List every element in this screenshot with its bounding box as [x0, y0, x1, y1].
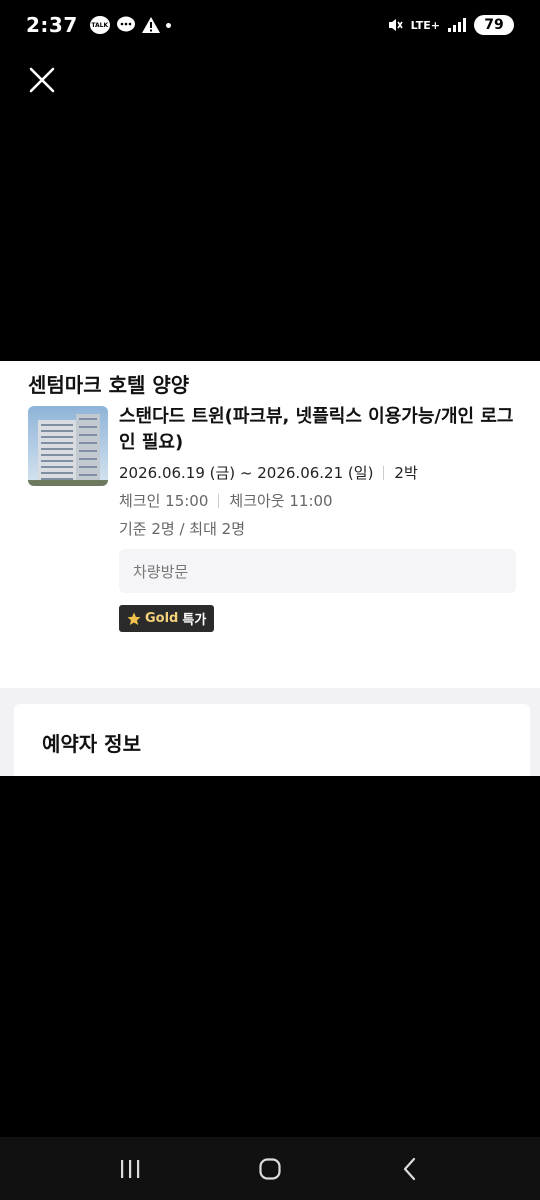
network-type: LTE+: [410, 18, 440, 32]
badge-gold-label: Gold: [145, 611, 179, 626]
status-right: LTE+ 79: [387, 15, 514, 35]
room-details: 스탠다드 트윈(파크뷰, 넷플릭스 이용가능/개인 로그인 필요) 2026.0…: [119, 404, 519, 632]
room-name: 스탠다드 트윈(파크뷰, 넷플릭스 이용가능/개인 로그인 필요): [119, 406, 514, 453]
checkin-checkout-row: 체크인 15:00 체크아웃 11:00: [119, 490, 519, 511]
booking-summary: 센텀마크 호텔 양양 스탠다드 트윈(파크뷰, 넷플릭스 이용가능/개인 로그인…: [0, 361, 540, 776]
more-notifications-dot-icon: [165, 22, 171, 28]
close-icon: [29, 67, 55, 93]
warning-icon: [141, 17, 160, 33]
hotel-name: 센텀마크 호텔 양양: [28, 373, 190, 397]
home-button[interactable]: [240, 1144, 300, 1194]
booker-info-section: 예약자 정보: [14, 704, 530, 776]
star-icon: [127, 612, 141, 625]
visit-method-box: 차량방문: [119, 549, 516, 593]
checkin-time: 체크인 15:00: [119, 492, 209, 510]
mute-icon: [388, 19, 403, 31]
home-icon: [259, 1157, 281, 1180]
recent-apps-icon: [121, 1159, 140, 1178]
notification-icons: TALK: [89, 16, 171, 34]
status-time: 2:37: [26, 13, 78, 37]
hotel-thumbnail: [28, 406, 108, 486]
divider: [218, 493, 220, 508]
stay-dates-row: 2026.06.19 (금) ~ 2026.06.21 (일) 2박: [119, 462, 519, 483]
system-nav-bar: [0, 1137, 540, 1200]
visit-method: 차량방문: [133, 562, 189, 581]
stay-dates: 2026.06.19 (금) ~ 2026.06.21 (일): [119, 464, 374, 482]
badge-deal-label: 특가: [182, 613, 207, 628]
chat-icon: [116, 16, 135, 32]
kakaotalk-icon: TALK: [89, 16, 110, 34]
divider: [383, 465, 385, 480]
screen: 2:37 TALK LTE+ 79 센텀마크 호텔 양양 스탠다드 트윈(파크뷰…: [0, 0, 540, 1200]
recent-apps-button[interactable]: [100, 1144, 160, 1194]
nights-count: 2박: [394, 464, 418, 482]
status-bar: 2:37 TALK LTE+ 79: [0, 0, 540, 50]
gold-deal-badge: Gold 특가: [119, 605, 215, 632]
back-button[interactable]: [380, 1144, 440, 1194]
booker-info-title: 예약자 정보: [42, 732, 141, 756]
room-capacity: 기준 2명 / 최대 2명: [119, 520, 246, 538]
checkout-time: 체크아웃 11:00: [229, 492, 333, 510]
close-button[interactable]: [24, 62, 60, 98]
battery-indicator: 79: [474, 15, 514, 35]
back-icon: [403, 1157, 416, 1180]
signal-icon: [448, 18, 466, 32]
